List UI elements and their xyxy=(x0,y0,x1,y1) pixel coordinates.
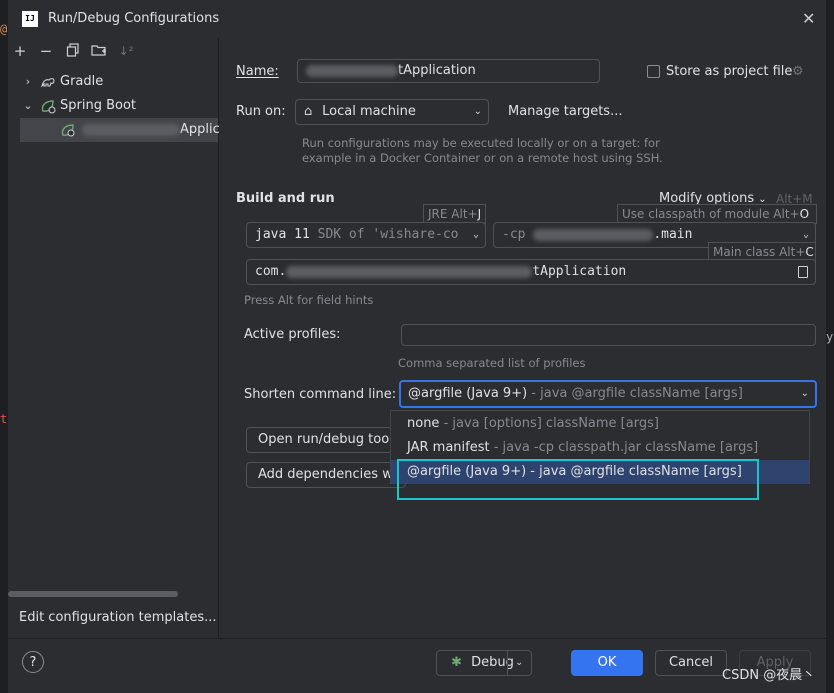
tree-horizontal-scrollbar[interactable] xyxy=(8,591,178,597)
home-icon: ⌂ xyxy=(304,104,313,119)
redacted-class xyxy=(286,265,533,278)
spring-boot-icon xyxy=(40,98,56,114)
bg-editor-fragment: y xyxy=(826,330,834,344)
jre-field-hint: JRE Alt+J xyxy=(423,204,487,224)
run-on-hint: example in a Docker Container or on a re… xyxy=(302,151,663,165)
main-class-field[interactable]: com. tApplication xyxy=(246,259,816,285)
add-icon[interactable]: + xyxy=(12,43,28,59)
chevron-down-icon: ⌄ xyxy=(472,229,479,240)
bg-editor-fragment: t xyxy=(0,412,8,426)
configuration-form: Name: tApplication Store as project file… xyxy=(226,38,826,638)
remove-icon[interactable]: − xyxy=(38,43,54,59)
option-none[interactable]: none - java [options] className [args] xyxy=(391,412,809,436)
tree-item-application[interactable]: Applic xyxy=(20,118,220,142)
redacted-name xyxy=(306,64,398,77)
help-icon[interactable]: ? xyxy=(22,651,44,673)
csdn-watermark: CSDN @夜晨丶 xyxy=(722,668,816,683)
store-project-label: Store as project file xyxy=(666,64,793,79)
store-project-checkbox[interactable] xyxy=(647,65,660,78)
browse-class-icon[interactable] xyxy=(798,266,808,278)
classpath-field-hint: Use classpath of module Alt+O xyxy=(617,204,817,224)
tree-item-label: Gradle xyxy=(60,74,104,89)
spring-boot-run-icon xyxy=(60,122,76,138)
title-bar: IJ Run/Debug Configurations ✕ xyxy=(8,0,826,38)
cancel-button[interactable]: Cancel xyxy=(655,650,727,676)
active-profiles-hint: Comma separated list of profiles xyxy=(398,356,586,370)
configurations-tree-pane: + − ↓² › Gradle ⌄ Spring Boot Applic Edi… xyxy=(8,38,220,638)
option-jar-manifest[interactable]: JAR manifest - java -cp classpath.jar cl… xyxy=(391,436,809,460)
tree-item-label: Applic xyxy=(82,118,220,142)
run-debug-dialog: IJ Run/Debug Configurations ✕ + − ↓² › G… xyxy=(8,0,826,693)
ok-button[interactable]: OK xyxy=(571,650,643,676)
active-profiles-input[interactable] xyxy=(401,324,816,346)
chevron-down-icon: ⌄ xyxy=(800,388,809,399)
folder-add-icon[interactable] xyxy=(91,43,107,59)
gradle-icon xyxy=(40,74,56,90)
debug-button[interactable]: ✱ Debug ⌄ xyxy=(436,650,532,676)
dialog-button-bar: ? ✱ Debug ⌄ OK Cancel Apply xyxy=(8,638,826,693)
tree-item-spring-boot[interactable]: ⌄ Spring Boot xyxy=(8,94,218,118)
bg-editor-fragment: @ xyxy=(0,22,8,36)
name-field[interactable]: tApplication xyxy=(297,59,600,83)
manage-targets-link[interactable]: Manage targets... xyxy=(508,104,622,119)
chevron-down-icon[interactable]: ⌄ xyxy=(22,94,34,118)
tree-item-label: Spring Boot xyxy=(60,98,137,113)
redacted-module xyxy=(533,228,654,241)
edit-templates-link[interactable]: Edit configuration templates... xyxy=(19,610,217,625)
tree-toolbar: + − ↓² xyxy=(8,38,218,66)
gear-icon[interactable]: ⚙ xyxy=(792,65,806,79)
chevron-right-icon[interactable]: › xyxy=(22,70,34,94)
copy-icon[interactable] xyxy=(65,43,81,59)
run-on-hint: Run configurations may be executed local… xyxy=(302,136,660,150)
active-profiles-label: Active profiles: xyxy=(244,327,341,342)
intellij-logo-icon: IJ xyxy=(22,11,38,27)
chevron-down-icon: ⌄ xyxy=(473,106,482,117)
build-and-run-heading: Build and run xyxy=(236,191,335,206)
open-run-debug-tool-button[interactable]: Open run/debug tool w xyxy=(246,427,406,453)
jre-dropdown[interactable]: java 11 SDK of 'wishare-co ⌄ xyxy=(246,222,486,248)
sort-icon[interactable]: ↓² xyxy=(118,43,134,59)
tree-item-gradle[interactable]: › Gradle xyxy=(8,70,218,94)
annotation-highlight-box xyxy=(397,459,759,500)
shorten-command-line-label: Shorten command line: xyxy=(244,387,397,402)
chevron-down-icon[interactable]: ⌄ xyxy=(515,651,523,675)
bug-icon: ✱ xyxy=(451,655,462,670)
close-icon[interactable]: ✕ xyxy=(802,10,815,28)
redacted-name xyxy=(82,123,180,136)
dialog-title: Run/Debug Configurations xyxy=(48,11,220,26)
add-dependencies-button[interactable]: Add dependencies wit xyxy=(246,462,406,488)
name-label: Name: xyxy=(236,64,279,79)
run-on-label: Run on: xyxy=(236,104,286,119)
run-on-dropdown[interactable]: ⌂ Local machine ⌄ xyxy=(295,99,489,125)
shorten-command-line-dropdown[interactable]: @argfile (Java 9+) - java @argfile class… xyxy=(399,380,817,408)
field-hints-text: Press Alt for field hints xyxy=(244,293,374,307)
